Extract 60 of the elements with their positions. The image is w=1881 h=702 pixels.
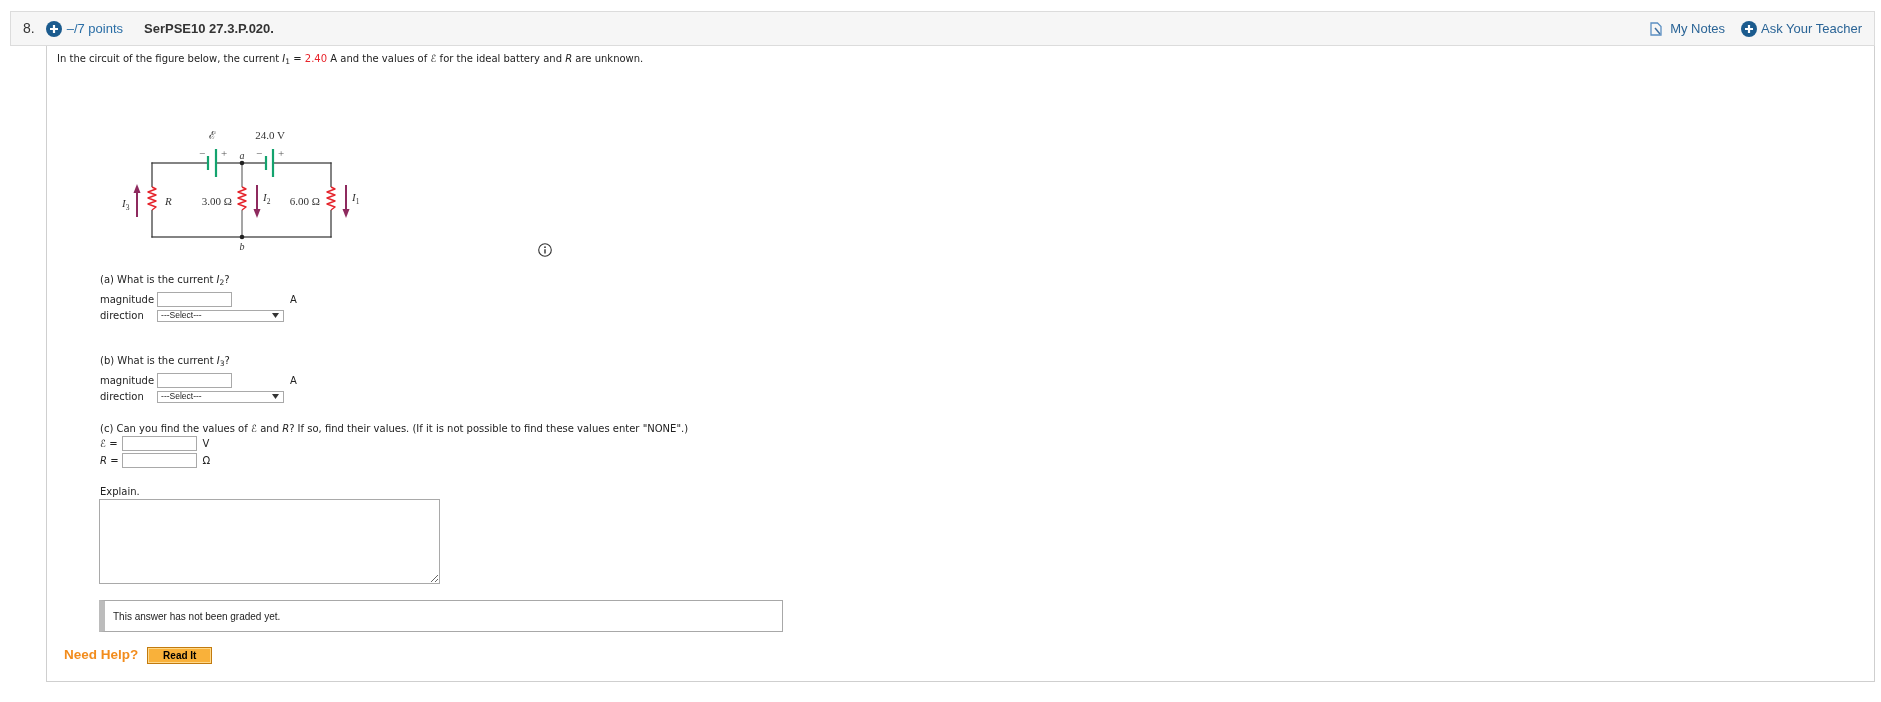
polarity-sign: − (198, 147, 206, 159)
plus-icon (1741, 20, 1758, 37)
answer-input[interactable] (157, 373, 233, 388)
explain-label: Explain. (100, 485, 140, 498)
caret-icon (272, 394, 280, 399)
current-label: I$_{2}$ (263, 191, 271, 206)
field-label: R = (100, 454, 119, 467)
current-arrow (342, 185, 350, 218)
part-question: (a) What is the current I$_{2}$? (100, 273, 231, 287)
unit-label: A (289, 374, 297, 387)
ask-teacher-link[interactable]: Ask Your Teacher (1741, 18, 1862, 39)
current-arrow (253, 185, 261, 218)
resistor-symbol (326, 186, 336, 211)
read-it-button[interactable]: Read It (147, 647, 213, 664)
field-label: magnitude (100, 374, 155, 387)
caret-icon (272, 313, 280, 318)
resistor-symbol (147, 186, 157, 211)
unit-label: V (201, 437, 211, 450)
direction-select[interactable]: ---Select--- (157, 390, 285, 403)
field-label: direction (100, 309, 145, 322)
explain-answer-box[interactable] (99, 499, 440, 584)
question-text: In the circuit of the figure below, the current I$_{1}$ = 2.40 A and the values of ℰ for the ideal battery and R are unknown. (57, 52, 645, 65)
answer-input[interactable] (157, 292, 233, 307)
battery-label: ℰ (208, 129, 216, 141)
question-code: SerPSE10 27.3.P.020. (144, 19, 274, 38)
current-label: I$_{3}$ (122, 197, 130, 212)
current-arrow (133, 184, 141, 217)
part-question: (b) What is the current I$_{3}$? (100, 354, 231, 368)
battery-label: 24.0 V (255, 129, 285, 141)
battery-symbol (206, 149, 218, 177)
field-label: direction (100, 390, 145, 403)
part-question: (c) Can you find the values of ℰ and R? If so, find their values. (If it is not possible to find these values enter "NONE".) (100, 422, 690, 436)
node-dot (239, 160, 245, 166)
direction-select[interactable]: ---Select--- (157, 309, 285, 322)
resistor-symbol (237, 186, 247, 211)
answer-input[interactable] (121, 453, 197, 468)
info-icon[interactable] (538, 243, 552, 257)
answer-input[interactable] (121, 436, 197, 451)
current-label: I$_{1}$ (352, 191, 360, 206)
field-label: magnitude (100, 293, 155, 306)
need-help-label: Need Help? (64, 646, 139, 665)
polarity-sign: + (277, 147, 285, 159)
polarity-sign: − (255, 147, 263, 159)
node-label: b (239, 241, 245, 252)
resistor-label: 3.00 Ω (201, 195, 232, 207)
field-label: ℰ = (100, 437, 119, 450)
node-label: a (239, 150, 245, 161)
node-dot (239, 234, 245, 240)
resistor-label: 6.00 Ω (289, 195, 320, 207)
notes-icon (1650, 21, 1663, 36)
grading-status-text: This answer has not been graded yet. (113, 609, 281, 624)
resistor-label: R (165, 195, 172, 207)
plus-icon (45, 20, 62, 37)
question-number: 8. (23, 19, 35, 38)
my-notes-link[interactable]: My Notes (1650, 18, 1726, 39)
unit-label: A (289, 293, 297, 306)
points-button[interactable]: –/7 points (45, 18, 124, 39)
polarity-sign: + (220, 147, 228, 159)
unit-label: Ω (201, 454, 211, 467)
battery-symbol (264, 149, 275, 177)
